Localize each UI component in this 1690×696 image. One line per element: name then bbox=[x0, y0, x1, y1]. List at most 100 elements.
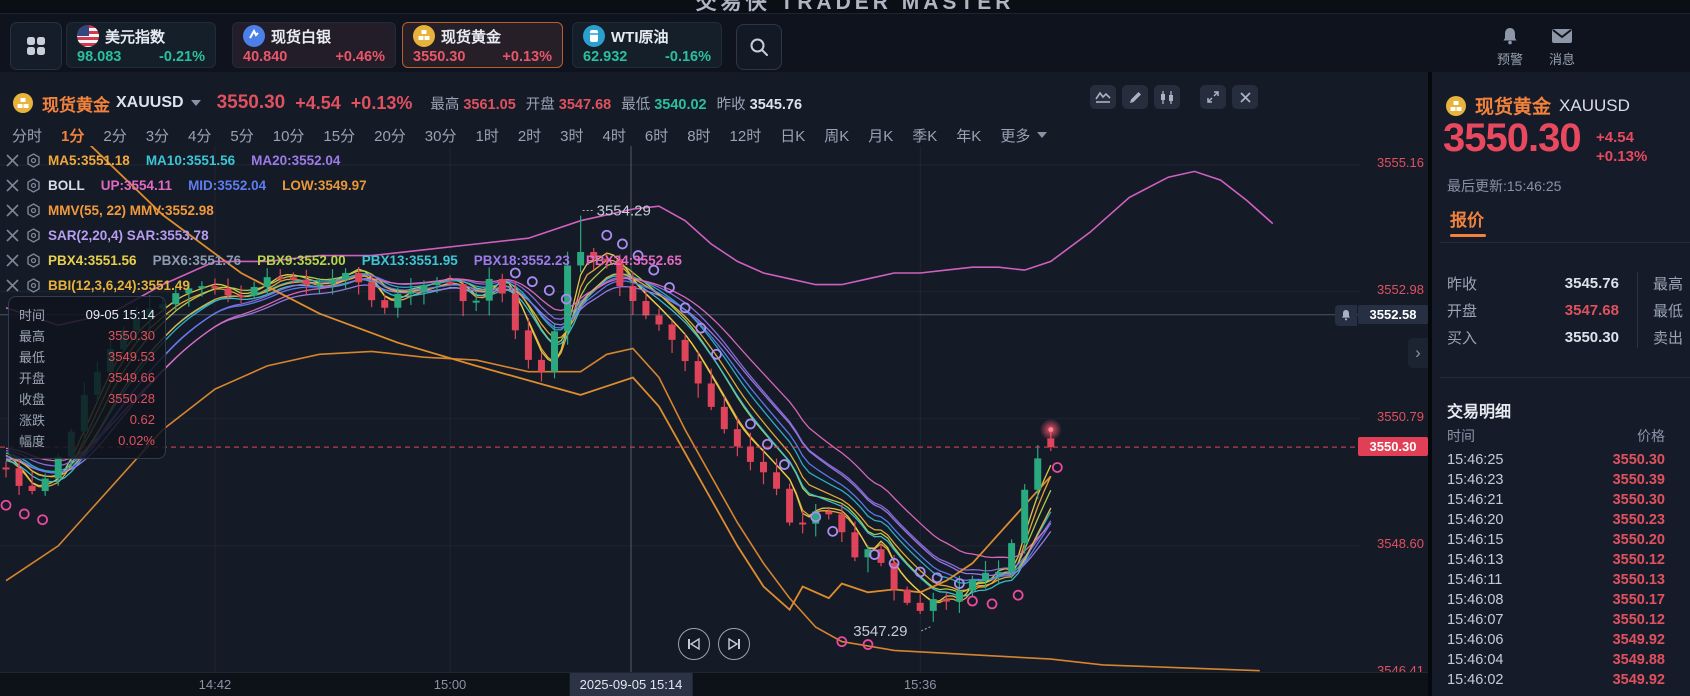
quote-label-最高: 最高 bbox=[1653, 273, 1683, 294]
us-flag-icon bbox=[77, 25, 99, 47]
quote-row-开盘: 开盘3547.68最低 bbox=[1447, 297, 1690, 324]
message-label: 消息 bbox=[1549, 52, 1575, 67]
bell-icon bbox=[1500, 26, 1520, 46]
app-watermark: 交易快 TRADER MASTER bbox=[530, 0, 1180, 16]
trade-row: 15:46:233550.39 bbox=[1447, 470, 1665, 490]
price-tick: 3550.79 bbox=[1358, 409, 1424, 424]
tab-quote[interactable]: 报价 bbox=[1450, 206, 1484, 231]
gold-coin-icon bbox=[1445, 95, 1467, 117]
indicator-value: BOLL bbox=[48, 178, 85, 193]
timeframe-30分[interactable]: 30分 bbox=[425, 125, 457, 146]
indicator-value: PBX9:3552.00 bbox=[257, 253, 346, 268]
timeframe-周K[interactable]: 周K bbox=[824, 125, 849, 146]
remove-indicator-icon[interactable] bbox=[6, 179, 19, 192]
line-chart-icon bbox=[1095, 90, 1111, 104]
ticker-card-oil[interactable]: WTI原油62.932-0.16% bbox=[572, 22, 722, 68]
candle-style-button[interactable] bbox=[1154, 85, 1180, 109]
draw-button[interactable] bbox=[1122, 85, 1148, 109]
time-axis[interactable]: 14:4215:0015:362025-09-05 15:14 bbox=[0, 672, 1428, 696]
timeframe-3时[interactable]: 3时 bbox=[560, 125, 583, 146]
timeframe-20分[interactable]: 20分 bbox=[374, 125, 406, 146]
symbol-dropdown-caret[interactable] bbox=[191, 100, 201, 106]
ticker-card-silver[interactable]: 现货白银40.840+0.46% bbox=[232, 22, 396, 68]
indicator-settings-icon[interactable] bbox=[26, 278, 41, 293]
timeframe-5分[interactable]: 5分 bbox=[230, 125, 253, 146]
symbol-name-cn: 现货黄金 bbox=[42, 91, 110, 116]
indicator-value: MA10:3551.56 bbox=[146, 153, 235, 168]
price-axis[interactable]: 3555.163552.983552.583550.793550.303548.… bbox=[1356, 146, 1428, 696]
timeframe-2分[interactable]: 2分 bbox=[103, 125, 126, 146]
remove-indicator-icon[interactable] bbox=[6, 229, 19, 242]
timeframe-日K[interactable]: 日K bbox=[780, 125, 805, 146]
remove-indicator-icon[interactable] bbox=[6, 279, 19, 292]
timeframe-8时[interactable]: 8时 bbox=[687, 125, 710, 146]
line-chart-button[interactable] bbox=[1090, 85, 1116, 109]
top-bar: 交易快 TRADER MASTER 美元指数98.083-0.21% 现货白银40… bbox=[0, 0, 1690, 72]
skip-start-icon bbox=[687, 638, 701, 650]
time-tick: 15:36 bbox=[904, 677, 937, 692]
trading-app: 交易快 TRADER MASTER 美元指数98.083-0.21% 现货白银40… bbox=[0, 0, 1690, 696]
remove-indicator-icon[interactable] bbox=[6, 154, 19, 167]
skip-to-end-button[interactable] bbox=[718, 628, 750, 660]
ticker-name: 现货白银 bbox=[271, 26, 331, 47]
current-price-label: 3550.30 bbox=[1358, 437, 1428, 456]
resize-arrows-icon bbox=[1206, 90, 1220, 104]
indicator-settings-icon[interactable] bbox=[26, 178, 41, 193]
indicator-settings-icon[interactable] bbox=[26, 253, 41, 268]
ticker-change: -0.21% bbox=[159, 49, 205, 65]
header-stats: 最高3561.05开盘3547.68最低3540.02昨收3545.76 bbox=[430, 93, 802, 114]
alert-action[interactable]: 预警 bbox=[1488, 26, 1532, 68]
price-tick: 3552.98 bbox=[1358, 282, 1424, 297]
header-stat-昨收: 昨收3545.76 bbox=[717, 93, 802, 114]
timeframe-分时[interactable]: 分时 bbox=[12, 125, 42, 146]
skip-to-start-button[interactable] bbox=[678, 628, 710, 660]
ticker-value: 3550.30 bbox=[413, 49, 465, 65]
indicator-value: PBX13:3551.95 bbox=[362, 253, 458, 268]
last-update: 最后更新:15:46:25 bbox=[1447, 176, 1561, 196]
search-button[interactable] bbox=[736, 24, 782, 70]
header-price: 3550.30 bbox=[217, 92, 286, 114]
quote-grid: 昨收3545.76最高开盘3547.68最低买入3550.30卖出 bbox=[1447, 270, 1690, 351]
timeframe-12时[interactable]: 12时 bbox=[730, 125, 762, 146]
price-alert-bell-icon[interactable] bbox=[1335, 305, 1357, 326]
price-tick: 3555.16 bbox=[1358, 155, 1424, 170]
ticker-card-gold[interactable]: 现货黄金3550.30+0.13% bbox=[402, 22, 563, 68]
close-chart-button[interactable] bbox=[1232, 85, 1258, 109]
candle-tooltip: 时间09-05 15:14最高3550.30最低3549.53开盘3549.66… bbox=[8, 296, 166, 459]
quote-label-最低: 最低 bbox=[1653, 300, 1683, 321]
timeframe-2时[interactable]: 2时 bbox=[518, 125, 541, 146]
timeframe-1时[interactable]: 1时 bbox=[475, 125, 498, 146]
timeframe-年K[interactable]: 年K bbox=[956, 125, 981, 146]
timeframe-more[interactable]: 更多 bbox=[1000, 125, 1047, 146]
tooltip-row-时间: 时间09-05 15:14 bbox=[19, 304, 155, 325]
timeframe-6时[interactable]: 6时 bbox=[645, 125, 668, 146]
shrink-button[interactable] bbox=[1200, 85, 1226, 109]
timeframe-10分[interactable]: 10分 bbox=[273, 125, 305, 146]
timeframe-季K[interactable]: 季K bbox=[912, 125, 937, 146]
tooltip-row-幅度: 幅度0.02% bbox=[19, 430, 155, 451]
timeframe-15分[interactable]: 15分 bbox=[323, 125, 355, 146]
remove-indicator-icon[interactable] bbox=[6, 204, 19, 217]
timeframe-4时[interactable]: 4时 bbox=[603, 125, 626, 146]
timeframe-月K[interactable]: 月K bbox=[868, 125, 893, 146]
trades-header-time: 时间 bbox=[1447, 426, 1475, 446]
section-border bbox=[1440, 377, 1690, 378]
chart-toolbar bbox=[1090, 85, 1258, 109]
message-action[interactable]: 消息 bbox=[1540, 26, 1584, 68]
timeframe-1分[interactable]: 1分 bbox=[61, 125, 84, 146]
indicator-row-1: BOLLUP:3554.11MID:3552.04LOW:3549.97 bbox=[6, 173, 691, 198]
indicator-settings-icon[interactable] bbox=[26, 153, 41, 168]
quote-divider bbox=[1637, 272, 1638, 348]
ticker-card-us-flag[interactable]: 美元指数98.083-0.21% bbox=[66, 22, 216, 68]
indicator-row-5: BBI(12,3,6,24):3551.49 bbox=[6, 273, 691, 298]
remove-indicator-icon[interactable] bbox=[6, 254, 19, 267]
apps-grid-button[interactable] bbox=[10, 22, 62, 70]
indicator-row-0: MA5:3551.18MA10:3551.56MA20:3552.04 bbox=[6, 148, 691, 173]
tooltip-row-最高: 最高3550.30 bbox=[19, 325, 155, 346]
sidebar-collapse-handle[interactable]: › bbox=[1408, 338, 1428, 368]
indicator-settings-icon[interactable] bbox=[26, 203, 41, 218]
timeframe-4分[interactable]: 4分 bbox=[188, 125, 211, 146]
indicator-settings-icon[interactable] bbox=[26, 228, 41, 243]
quote-row-昨收: 昨收3545.76最高 bbox=[1447, 270, 1690, 297]
timeframe-3分[interactable]: 3分 bbox=[146, 125, 169, 146]
